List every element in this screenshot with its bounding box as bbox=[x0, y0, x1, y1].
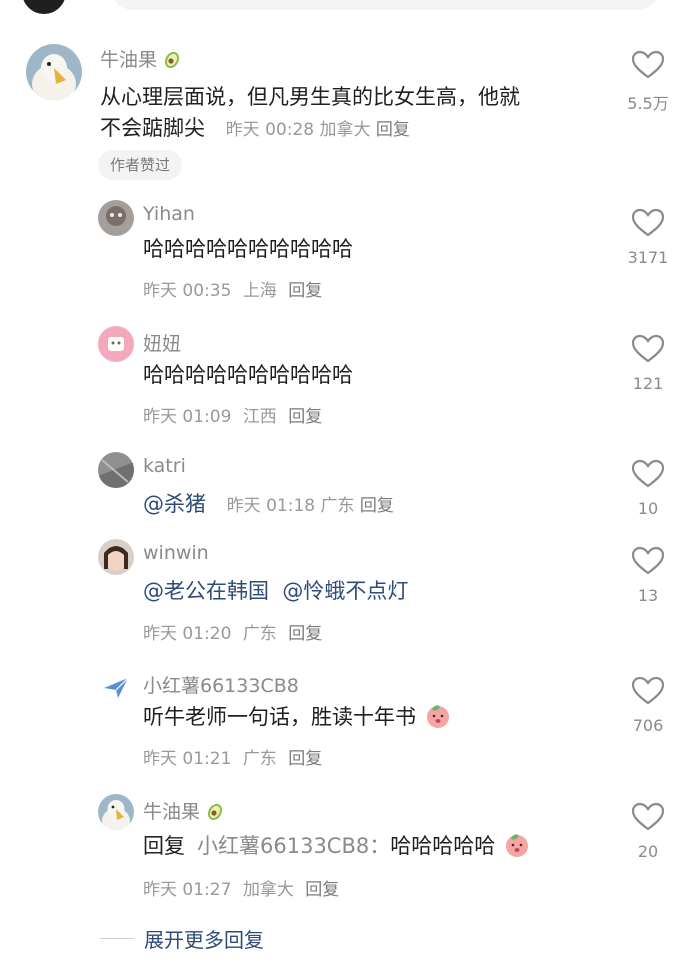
heart-outline-icon bbox=[631, 546, 665, 575]
comment-meta: 昨天 01:21 广东 回复 bbox=[143, 744, 322, 769]
expand-more-replies-label[interactable]: 展开更多回复 bbox=[144, 924, 264, 953]
peach-face-icon bbox=[504, 832, 530, 858]
current-user-avatar[interactable] bbox=[22, 0, 66, 14]
comment-time: 昨天 01:21 bbox=[143, 749, 232, 769]
comment-time: 昨天 01:20 bbox=[143, 624, 232, 644]
comment-username[interactable]: 小红薯66133CB8 bbox=[143, 671, 299, 698]
heart-outline-icon bbox=[631, 676, 665, 705]
comment-time: 昨天 00:28 bbox=[225, 120, 315, 140]
comment-text: 哈哈哈哈哈哈哈哈哈哈 bbox=[143, 237, 353, 261]
comment-meta: 昨天 01:20 广东 回复 bbox=[143, 619, 322, 644]
like-count: 3171 bbox=[627, 248, 669, 267]
heart-outline-icon bbox=[631, 802, 665, 831]
comment-meta: 昨天 01:27 加拿大 回复 bbox=[143, 875, 339, 900]
reply-button[interactable]: 回复 bbox=[376, 120, 410, 140]
like-button[interactable]: 5.5万 bbox=[618, 50, 678, 114]
comment-text-body: 听牛老师一句话，胜读十年书 bbox=[143, 705, 416, 729]
avatar[interactable] bbox=[26, 44, 82, 100]
comment-text-body: 哈哈哈哈哈 bbox=[390, 834, 496, 858]
reply-button[interactable]: 回复 bbox=[360, 496, 394, 516]
heart-outline-icon bbox=[631, 50, 665, 79]
comment-time: 昨天 01:27 bbox=[143, 880, 232, 900]
like-count: 20 bbox=[637, 842, 659, 861]
username-text[interactable]: 牛油果 bbox=[100, 45, 157, 72]
comment-username[interactable]: winwin bbox=[143, 542, 209, 564]
comment-username[interactable]: 妞妞 bbox=[143, 329, 181, 356]
comment-text: @老公在韩国 @怜蛾不点灯 bbox=[143, 576, 408, 607]
comment-text: 听牛老师一句话，胜读十年书 bbox=[143, 702, 451, 733]
comment-text-line-2: 不会踮脚尖 昨天 00:28 加拿大 回复 bbox=[100, 113, 410, 146]
like-button[interactable]: 3171 bbox=[618, 208, 678, 267]
comment-text-tail: 不会踮脚尖 bbox=[100, 116, 205, 140]
divider bbox=[100, 938, 134, 939]
reply-button[interactable]: 回复 bbox=[288, 407, 322, 427]
mention-link[interactable]: @老公在韩国 bbox=[143, 579, 269, 603]
avatar[interactable] bbox=[98, 326, 134, 362]
heart-outline-icon bbox=[631, 334, 665, 363]
avocado-icon bbox=[161, 48, 183, 70]
reply-button[interactable]: 回复 bbox=[288, 281, 322, 301]
comment-meta: 昨天 00:35 上海 回复 bbox=[143, 276, 322, 301]
reply-button[interactable]: 回复 bbox=[305, 880, 339, 900]
paper-plane-icon[interactable] bbox=[98, 668, 134, 704]
avocado-icon bbox=[204, 800, 226, 822]
comment-text-line: 从心理层面说，但凡男生真的比女生高，他就 bbox=[100, 85, 520, 109]
avatar[interactable] bbox=[98, 200, 134, 236]
comment-location: 江西 bbox=[242, 407, 277, 427]
top-bar bbox=[0, 0, 690, 14]
avatar[interactable] bbox=[98, 539, 134, 575]
comment-location: 广东 bbox=[242, 624, 277, 644]
reply-button[interactable]: 回复 bbox=[288, 624, 322, 644]
comment-meta: 昨天 01:18 广东 回复 bbox=[227, 496, 394, 516]
comment-username[interactable]: katri bbox=[143, 455, 186, 477]
username-text[interactable]: 牛油果 bbox=[143, 797, 200, 824]
heart-outline-icon bbox=[631, 459, 665, 488]
like-button[interactable]: 706 bbox=[618, 676, 678, 735]
comment-text-line: @杀猪 昨天 01:18 广东 回复 bbox=[143, 489, 394, 522]
heart-outline-icon bbox=[631, 208, 665, 237]
like-button[interactable]: 121 bbox=[618, 334, 678, 393]
comment-input-field[interactable] bbox=[110, 0, 660, 10]
avatar[interactable] bbox=[98, 794, 134, 830]
author-liked-badge: 作者赞过 bbox=[98, 150, 183, 180]
avatar[interactable] bbox=[98, 452, 134, 488]
comment-meta: 昨天 01:09 江西 回复 bbox=[143, 402, 322, 427]
like-count: 121 bbox=[632, 374, 664, 393]
comment-location: 加拿大 bbox=[319, 120, 371, 140]
comment-time: 昨天 01:18 bbox=[226, 496, 316, 516]
peach-face-icon bbox=[425, 703, 451, 729]
mention-link[interactable]: @杀猪 bbox=[143, 492, 206, 516]
like-count: 13 bbox=[637, 586, 659, 605]
comment-text: 哈哈哈哈哈哈哈哈哈哈 bbox=[143, 363, 353, 387]
comment-username[interactable]: Yihan bbox=[143, 203, 195, 225]
comment-username[interactable]: 牛油果 bbox=[143, 797, 226, 824]
comment-time: 昨天 00:35 bbox=[143, 281, 232, 301]
comment-time: 昨天 01:09 bbox=[143, 407, 232, 427]
expand-more-replies-button[interactable]: 展开更多回复 bbox=[100, 924, 264, 953]
reply-target-user[interactable]: 小红薯66133CB8： bbox=[197, 834, 390, 858]
like-button[interactable]: 13 bbox=[618, 546, 678, 605]
comment-text: 回复 小红薯66133CB8：哈哈哈哈哈 bbox=[143, 831, 530, 862]
like-button[interactable]: 10 bbox=[618, 459, 678, 518]
comment-username[interactable]: 牛油果 bbox=[100, 45, 183, 72]
like-count: 10 bbox=[637, 499, 659, 518]
reply-prefix: 回复 bbox=[143, 834, 185, 858]
comment-location: 加拿大 bbox=[242, 880, 294, 900]
like-count: 5.5万 bbox=[627, 94, 669, 113]
comment-location: 广东 bbox=[242, 749, 277, 769]
like-count: 706 bbox=[632, 716, 664, 735]
comment-location: 上海 bbox=[242, 281, 277, 301]
comment-meta: 昨天 00:28 加拿大 回复 bbox=[226, 120, 410, 140]
comment-location: 广东 bbox=[320, 496, 355, 516]
reply-button[interactable]: 回复 bbox=[288, 749, 322, 769]
mention-link[interactable]: @怜蛾不点灯 bbox=[282, 579, 408, 603]
like-button[interactable]: 20 bbox=[618, 802, 678, 861]
